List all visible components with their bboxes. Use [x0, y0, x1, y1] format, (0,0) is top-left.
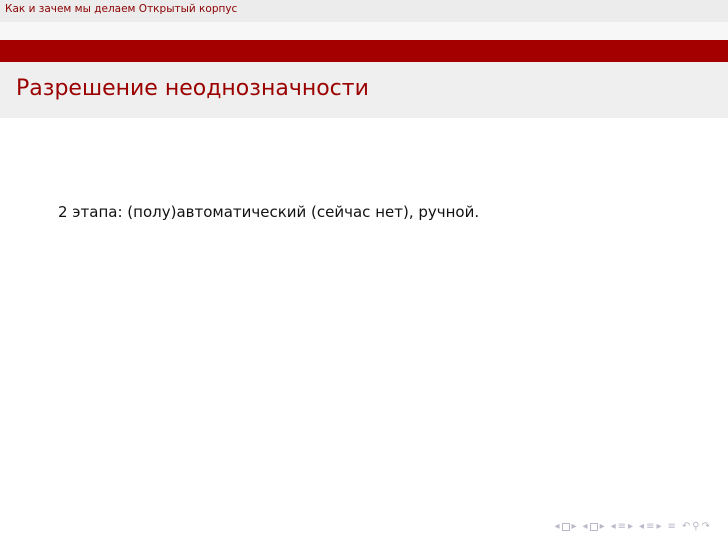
arrow-right-icon[interactable]: ▸	[656, 522, 661, 532]
navigation-bar: ◂ ▸ ◂ ▸ ◂ ≡ ▸ ◂ ≡ ▸ ≡ ↶ ⚲ ↷	[554, 520, 710, 534]
frame-body-text: 2 этапа: (полу)автоматический (сейчас не…	[58, 203, 480, 221]
arrow-right-icon[interactable]: ▸	[600, 522, 605, 532]
header-accent-band	[0, 40, 728, 62]
presentation-title: Как и зачем мы делаем Открытый корпус	[5, 3, 238, 15]
header-spacer-band	[0, 22, 728, 40]
nav-group-slide: ◂ ▸	[554, 522, 576, 532]
arrow-right-icon[interactable]: ▸	[572, 522, 577, 532]
redo-icon[interactable]: ↷	[702, 522, 710, 532]
frame-title-bar: Разрешение неоднозначности	[0, 62, 728, 118]
arrow-left-icon[interactable]: ◂	[554, 522, 559, 532]
arrow-right-icon[interactable]: ▸	[628, 522, 633, 532]
section-icon[interactable]: ≡	[646, 522, 654, 532]
search-icon[interactable]: ⚲	[692, 522, 699, 532]
slide-icon[interactable]	[561, 523, 570, 531]
header-bar: Как и зачем мы делаем Открытый корпус	[0, 0, 728, 22]
subsection-icon[interactable]: ≡	[618, 522, 626, 532]
nav-group-section: ◂ ≡ ▸	[639, 522, 661, 532]
nav-group-frame: ◂ ▸	[583, 522, 605, 532]
align-icon[interactable]: ≡	[668, 522, 676, 532]
nav-group-subsection: ◂ ≡ ▸	[611, 522, 633, 532]
arrow-left-icon[interactable]: ◂	[611, 522, 616, 532]
nav-group-search: ↶ ⚲ ↷	[682, 522, 710, 532]
arrow-left-icon[interactable]: ◂	[583, 522, 588, 532]
frame-icon[interactable]	[589, 523, 598, 531]
nav-group-align: ≡	[668, 522, 676, 532]
arrow-left-icon[interactable]: ◂	[639, 522, 644, 532]
undo-icon[interactable]: ↶	[682, 522, 690, 532]
frame-title: Разрешение неоднозначности	[16, 76, 369, 101]
